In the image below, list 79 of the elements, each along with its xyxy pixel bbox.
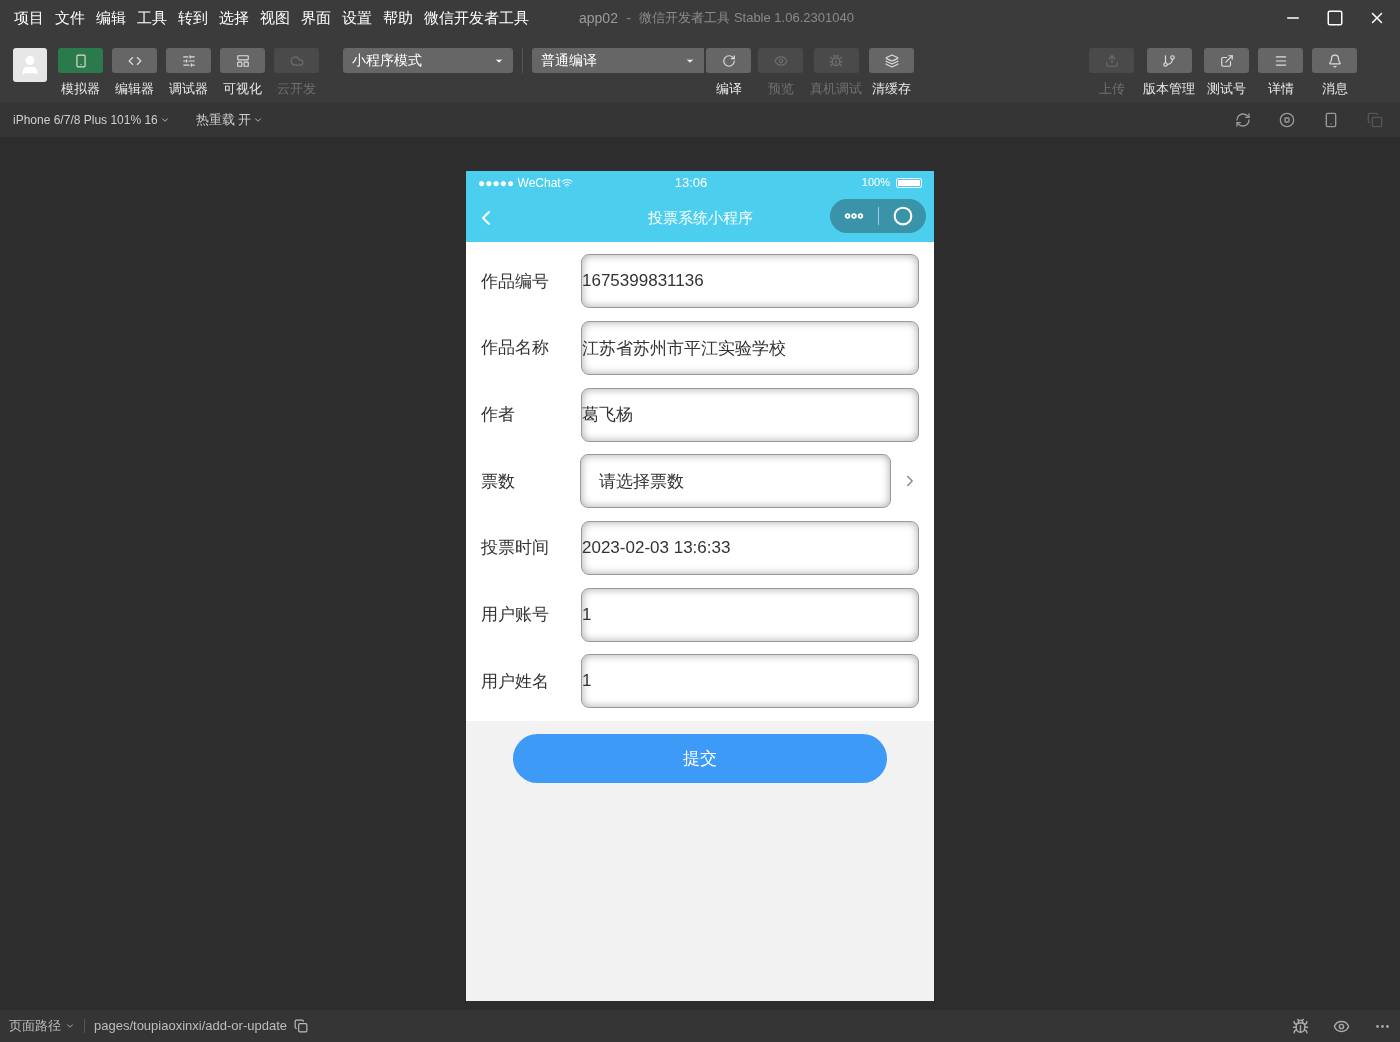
toolbar-label: 版本管理 xyxy=(1143,80,1195,98)
copy-icon[interactable] xyxy=(293,1019,308,1033)
title-separator: - xyxy=(625,8,632,28)
menu-item[interactable]: 设置 xyxy=(342,6,372,30)
toolbar-label: 编辑器 xyxy=(115,80,154,98)
menu-item[interactable]: 微信开发者工具 xyxy=(424,6,529,30)
layers-icon xyxy=(884,53,899,68)
field-label: 投票时间 xyxy=(481,537,550,560)
nav-title: 投票系统小程序 xyxy=(646,207,754,228)
carrier-label: ●●●●● WeChat xyxy=(478,174,561,192)
toolbar-button[interactable] xyxy=(58,48,103,73)
toolbar-button[interactable] xyxy=(1146,48,1192,73)
toolbar-button[interactable] xyxy=(1312,48,1357,73)
toolbar-label: 测试号 xyxy=(1207,80,1246,98)
input-field[interactable]: 2023-02-03 13:6:33 xyxy=(581,521,919,576)
stop-icon[interactable] xyxy=(1279,111,1295,128)
toolbar-button[interactable] xyxy=(869,48,914,73)
page-path: pages/toupiaoxinxi/add-or-update xyxy=(94,1017,287,1036)
field-label: 用户姓名 xyxy=(481,670,550,693)
toolbar-button[interactable] xyxy=(220,48,265,73)
battery-icon xyxy=(896,177,922,188)
input-field[interactable]: 1 xyxy=(581,654,919,709)
branch-icon xyxy=(1162,53,1176,68)
hot-reload-select[interactable]: 热重载 开 xyxy=(195,109,264,130)
toolbar-button[interactable] xyxy=(1204,48,1249,73)
menu-item[interactable]: 视图 xyxy=(260,6,290,30)
device-select[interactable]: iPhone 6/7/8 Plus 101% 16 xyxy=(13,110,170,129)
phone-icon xyxy=(73,53,88,68)
bug-icon xyxy=(829,53,843,68)
field-label: 作者 xyxy=(481,403,516,426)
menu-item[interactable]: 文件 xyxy=(55,6,85,30)
compile-select[interactable]: 普通编译 xyxy=(532,48,704,73)
toolbar-button[interactable] xyxy=(706,48,751,73)
mode-select[interactable]: 小程序模式 xyxy=(343,48,513,73)
input-field[interactable]: 江苏省苏州市平江实验学校 xyxy=(581,321,919,376)
layout-icon xyxy=(235,53,250,68)
bell-icon xyxy=(1327,53,1342,68)
input-field[interactable]: 1675399831136 xyxy=(581,254,919,309)
window-title: app02 xyxy=(579,8,618,28)
menu-icon xyxy=(1273,53,1288,68)
maximize-icon[interactable] xyxy=(1326,9,1344,27)
field-label: 用户账号 xyxy=(481,604,550,627)
menu-item[interactable]: 转到 xyxy=(178,6,208,30)
toolbar-label: 消息 xyxy=(1321,80,1348,98)
toolbar-label: 模拟器 xyxy=(61,80,100,98)
menu-item[interactable]: 界面 xyxy=(301,6,331,30)
menu-item[interactable]: 帮助 xyxy=(383,6,413,30)
toolbar-label: 详情 xyxy=(1267,80,1294,98)
wifi-icon xyxy=(560,176,573,189)
phone-icon[interactable] xyxy=(1323,111,1339,128)
field-label: 作品名称 xyxy=(481,337,550,360)
picker-field[interactable]: 请选择票数 xyxy=(580,454,892,509)
page-path-select[interactable]: 页面路径 xyxy=(9,1016,75,1036)
toolbar-label: 清缓存 xyxy=(872,80,911,98)
battery-label: 100% xyxy=(861,175,890,191)
toolbar-label: 编译 xyxy=(715,80,742,98)
menu-item[interactable]: 工具 xyxy=(137,6,167,30)
input-field[interactable]: 葛飞杨 xyxy=(581,387,919,442)
cloud-icon xyxy=(289,53,304,68)
refresh-icon xyxy=(721,53,736,68)
field-label: 作品编号 xyxy=(481,270,550,293)
capsule-button[interactable] xyxy=(830,199,926,233)
window-subtitle: 微信开发者工具 Stable 1.06.2301040 xyxy=(639,9,854,28)
field-label: 票数 xyxy=(481,470,516,493)
menu-item[interactable]: 编辑 xyxy=(96,6,126,30)
sliders-icon xyxy=(181,53,196,68)
menu-item[interactable]: 选择 xyxy=(219,6,249,30)
toolbar-label: 可视化 xyxy=(223,80,262,98)
input-field[interactable]: 1 xyxy=(581,587,919,642)
eye-icon xyxy=(773,53,788,68)
clock: 13:06 xyxy=(674,173,708,192)
rotate-icon[interactable] xyxy=(1235,111,1251,128)
caret-icon xyxy=(65,1021,75,1031)
bug-icon[interactable] xyxy=(1292,1017,1309,1035)
record-icon[interactable] xyxy=(893,206,914,226)
upload-icon xyxy=(1104,53,1119,68)
external-link-icon xyxy=(1219,53,1234,68)
menu-item[interactable]: 项目 xyxy=(14,6,44,30)
toolbar-label: 调试器 xyxy=(169,80,208,98)
